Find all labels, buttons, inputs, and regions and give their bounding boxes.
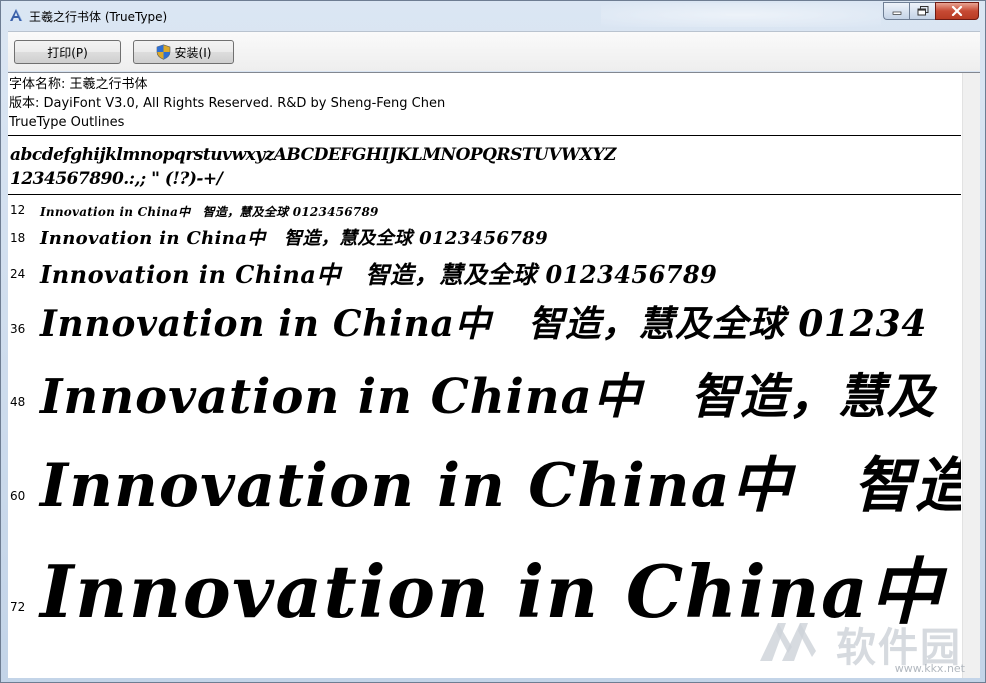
sample-text: Innovation in China中 智造，慧及: [40, 369, 936, 425]
print-button-label: 打印(P): [47, 45, 88, 60]
minimize-icon: [892, 11, 901, 15]
sample-row-18: 18 Innovation in China中 智造，慧及全球 01234567…: [8, 221, 961, 251]
sample-text: Innovation in China中 智造，慧及全球 01234: [40, 303, 928, 345]
restore-icon: [917, 6, 928, 16]
window-controls: [883, 2, 979, 21]
close-button[interactable]: [935, 2, 979, 20]
divider: [8, 135, 961, 136]
toolbar: 打印(P) 安装(I): [8, 31, 980, 71]
charset-digits: 1234567890.:,; " (!?)-+/: [10, 169, 223, 189]
close-icon: [951, 6, 963, 16]
vertical-scrollbar[interactable]: [962, 73, 980, 678]
sample-text: Innovation in China中 智造: [40, 451, 961, 521]
sample-size-label: 60: [10, 489, 26, 503]
maximize-button[interactable]: [909, 2, 935, 20]
font-app-icon: [10, 8, 23, 22]
sample-size-label: 36: [10, 322, 26, 336]
font-name-line: 字体名称: 王羲之行书体: [9, 77, 148, 92]
sample-row-12: 12 Innovation in China中 智造，慧及全球 01234567…: [8, 199, 961, 221]
sample-text: Innovation in China中 智造，慧及全球 0123456789: [40, 228, 548, 249]
character-set-sample: abcdefghijklmnopqrstuvwxyzABCDEFGHIJKLMN…: [10, 143, 960, 191]
font-preview-area[interactable]: 字体名称: 王羲之行书体 版本: DayiFont V3.0, All Righ…: [8, 72, 980, 678]
font-version-line: 版本: DayiFont V3.0, All Rights Reserved. …: [9, 96, 446, 111]
print-button[interactable]: 打印(P): [14, 40, 121, 64]
sample-row-48: 48 Innovation in China中 智造，慧及: [8, 349, 961, 427]
title-glow: [601, 3, 881, 27]
sample-text: Innovation in China中 智造，慧及全球 0123456789: [40, 260, 718, 289]
charset-letters: abcdefghijklmnopqrstuvwxyzABCDEFGHIJKLMN…: [10, 145, 616, 165]
title-bar[interactable]: 王羲之行书体 (TrueType): [1, 1, 985, 31]
sample-text: Innovation in China中 智造，慧及全球 0123456789: [40, 205, 379, 219]
sample-size-label: 18: [10, 231, 26, 245]
watermark-url: www.kkx.net: [894, 662, 965, 675]
window-title: 王羲之行书体 (TrueType): [29, 10, 168, 24]
minimize-button[interactable]: [883, 2, 909, 20]
sample-row-36: 36 Innovation in China中 智造，慧及全球 01234: [8, 289, 961, 349]
font-type-line: TrueType Outlines: [9, 115, 125, 130]
install-button-label: 安装(I): [174, 45, 212, 60]
font-viewer-window: 王羲之行书体 (TrueType) 打印(P) 安装(I) 字体名称: 王羲之行…: [0, 0, 986, 683]
sample-size-label: 48: [10, 395, 26, 409]
watermark: 软件园 www.kkx.net: [756, 613, 971, 675]
install-button[interactable]: 安装(I): [133, 40, 234, 64]
watermark-logo-icon: [760, 623, 816, 661]
uac-shield-icon: [156, 44, 170, 60]
sample-size-label: 12: [10, 203, 26, 217]
font-info: 字体名称: 王羲之行书体 版本: DayiFont V3.0, All Righ…: [9, 75, 445, 132]
sample-row-60: 60 Innovation in China中 智造: [8, 427, 961, 523]
sample-row-24: 24 Innovation in China中 智造，慧及全球 01234567…: [8, 251, 961, 289]
sample-size-label: 24: [10, 267, 26, 281]
sample-size-label: 72: [10, 600, 26, 614]
divider: [8, 194, 961, 195]
